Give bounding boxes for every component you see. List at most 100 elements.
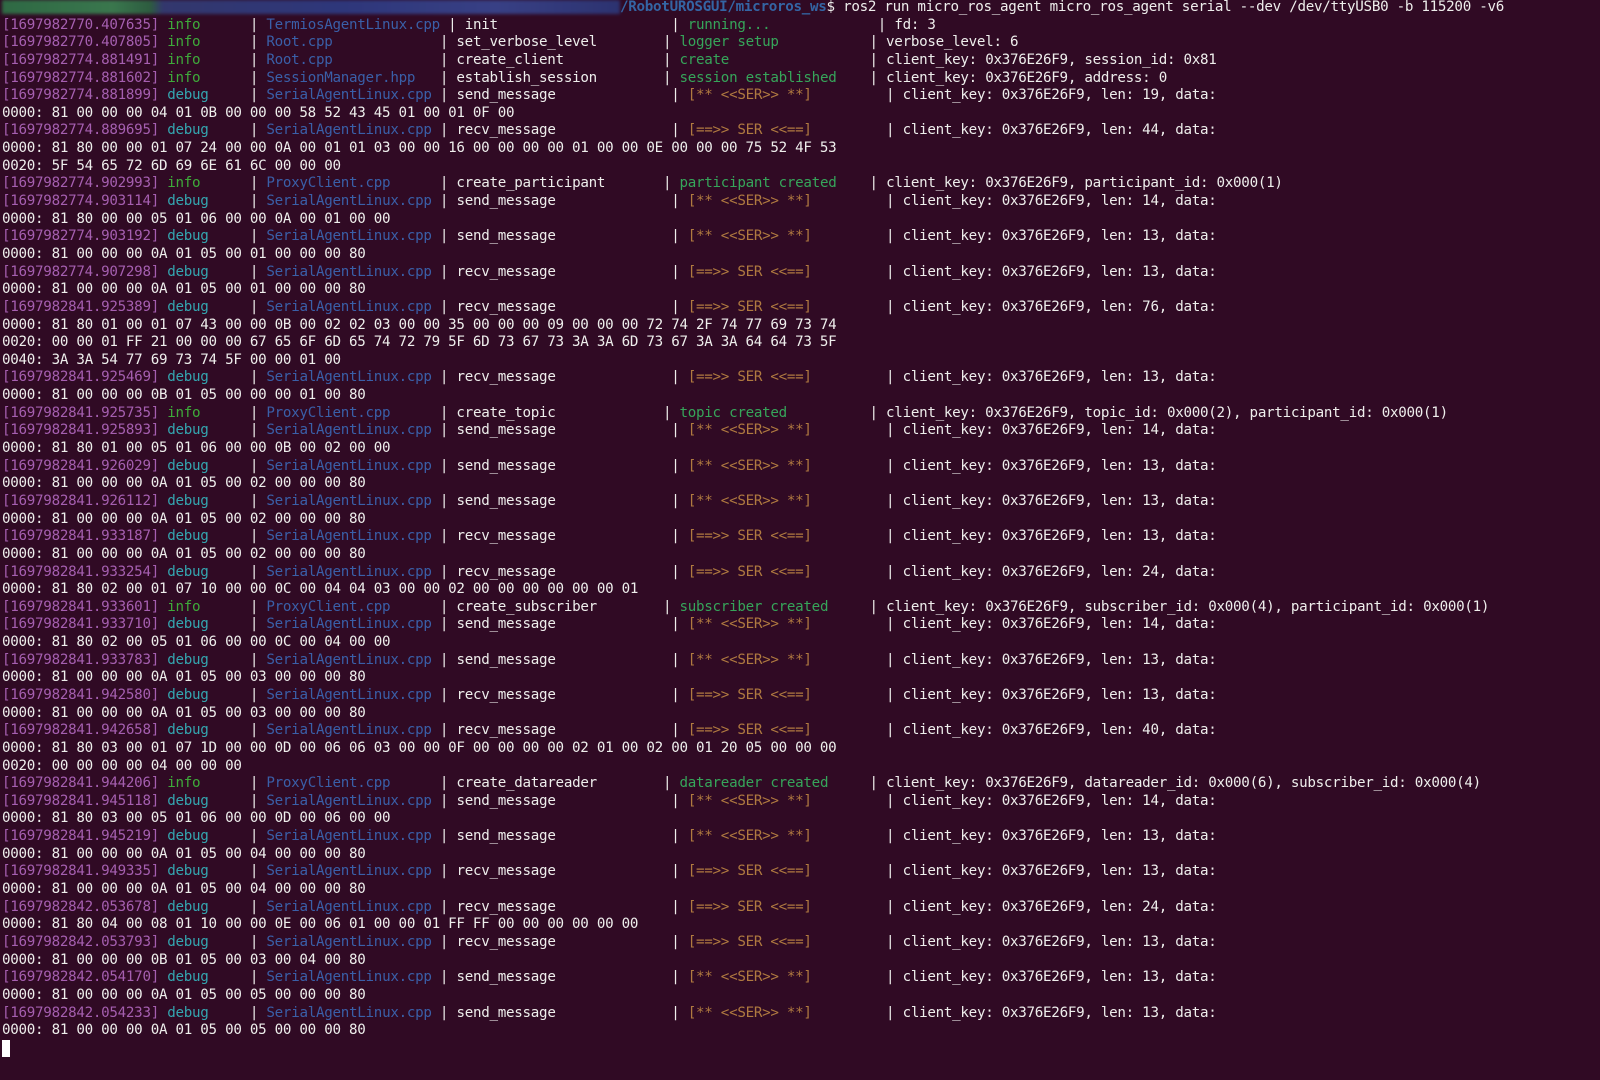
log-level: info [167,69,201,86]
log-entry: [1697982841.933254] debug | SerialAgentL… [2,563,1217,580]
log-level: info [167,34,201,51]
log-function: recv_message [456,528,556,545]
log-entry: [1697982841.925469] debug | SerialAgentL… [2,369,1217,386]
log-details: client_key: 0x376E26F9, len: 14, data: [902,422,1217,439]
hex-dump-line: 0000: 81 80 02 00 01 07 10 00 00 0C 00 0… [2,581,639,598]
log-details: client_key: 0x376E26F9, address: 0 [886,69,1167,86]
log-level: debug [167,933,209,950]
log-source-file: SerialAgentLinux.cpp [266,369,432,386]
log-entry: [1697982841.942658] debug | SerialAgentL… [2,722,1217,739]
log-timestamp: [1697982841.945219] [2,828,159,845]
log-level: debug [167,898,209,915]
log-function: send_message [456,492,556,509]
hex-dump-line: 0000: 81 00 00 00 0A 01 05 00 04 00 00 0… [2,881,366,898]
log-details: client_key: 0x376E26F9, subscriber_id: 0… [886,598,1490,615]
hex-dump-line: 0000: 81 80 00 00 01 07 24 00 00 0A 00 0… [2,140,837,157]
command-text: ros2 run micro_ros_agent micro_ros_agent… [843,0,1505,15]
log-event: datareader created [679,775,829,792]
log-entry: [1697982841.949335] debug | SerialAgentL… [2,863,1217,880]
log-entry: [1697982841.945219] debug | SerialAgentL… [2,828,1217,845]
log-function: recv_message [456,122,556,139]
log-details: client_key: 0x376E26F9, len: 14, data: [902,792,1217,809]
hex-dump-line: 0000: 81 00 00 00 0A 01 05 00 03 00 00 0… [2,704,366,721]
log-source-file: ProxyClient.cpp [266,598,391,615]
hex-dump-line: 0000: 81 00 00 00 0A 01 05 00 05 00 00 0… [2,986,366,1003]
log-timestamp: [1697982841.945118] [2,792,159,809]
log-function: init [464,16,498,33]
log-entry: [1697982842.054170] debug | SerialAgentL… [2,969,1217,986]
log-event: [==>> SER <<==] [687,528,812,545]
log-entry: [1697982774.907298] debug | SerialAgentL… [2,263,1217,280]
log-timestamp: [1697982842.053678] [2,898,159,915]
log-entry: [1697982841.933710] debug | SerialAgentL… [2,616,1217,633]
log-function: send_message [456,228,556,245]
log-event: [==>> SER <<==] [687,933,812,950]
log-level: debug [167,686,209,703]
log-details: fd: 3 [894,16,936,33]
log-level: debug [167,1004,209,1021]
log-source-file: SerialAgentLinux.cpp [266,1004,432,1021]
log-timestamp: [1697982841.925389] [2,298,159,315]
log-timestamp: [1697982770.407635] [2,16,159,33]
log-entry: [1697982841.925735] info | ProxyClient.c… [2,404,1448,421]
log-timestamp: [1697982841.949335] [2,863,159,880]
log-details: client_key: 0x376E26F9, len: 13, data: [902,369,1217,386]
log-details: client_key: 0x376E26F9, len: 13, data: [902,828,1217,845]
hex-dump-line: 0000: 81 80 02 00 05 01 06 00 00 0C 00 0… [2,634,391,651]
log-entry: [1697982841.933187] debug | SerialAgentL… [2,528,1217,545]
log-timestamp: [1697982841.925893] [2,422,159,439]
log-function: recv_message [456,263,556,280]
hex-dump-line: 0000: 81 80 01 00 05 01 06 00 00 0B 00 0… [2,440,391,457]
log-details: client_key: 0x376E26F9, len: 13, data: [902,863,1217,880]
log-level: debug [167,122,209,139]
log-entry: [1697982841.944206] info | ProxyClient.c… [2,775,1481,792]
log-details: client_key: 0x376E26F9, len: 24, data: [902,898,1217,915]
log-function: send_message [456,651,556,668]
log-level: debug [167,792,209,809]
log-source-file: SerialAgentLinux.cpp [266,969,432,986]
log-details: client_key: 0x376E26F9, len: 13, data: [902,969,1217,986]
log-event: participant created [679,175,837,192]
log-source-file: SerialAgentLinux.cpp [266,828,432,845]
hex-dump-line: 0040: 3A 3A 54 77 69 73 74 5F 00 00 01 0… [2,351,341,368]
log-event: [==>> SER <<==] [687,722,812,739]
log-details: client_key: 0x376E26F9, len: 19, data: [902,87,1217,104]
log-entry: [1697982842.054233] debug | SerialAgentL… [2,1004,1217,1021]
log-details: client_key: 0x376E26F9, participant_id: … [886,175,1283,192]
terminal-cursor [2,1039,10,1057]
log-entry: [1697982841.925389] debug | SerialAgentL… [2,298,1217,315]
log-function: recv_message [456,369,556,386]
log-level: debug [167,651,209,668]
log-source-file: SerialAgentLinux.cpp [266,87,432,104]
log-function: recv_message [456,686,556,703]
log-source-file: Root.cpp [266,34,333,51]
log-event: [** <<SER>> **] [687,457,812,474]
log-source-file: SerialAgentLinux.cpp [266,457,432,474]
log-function: send_message [456,422,556,439]
terminal-output[interactable]: /RobotUROSGUI/microros_ws$ ros2 run micr… [2,0,1600,1057]
log-source-file: SerialAgentLinux.cpp [266,122,432,139]
cursor-line[interactable] [2,1039,1600,1058]
prompt-line: /RobotUROSGUI/microros_ws$ ros2 run micr… [2,0,1600,17]
log-event: [** <<SER>> **] [687,422,812,439]
log-event: [==>> SER <<==] [687,863,812,880]
log-entry: [1697982842.053793] debug | SerialAgentL… [2,933,1217,950]
log-function: set_verbose_level [456,34,597,51]
hex-dump-line: 0000: 81 00 00 00 0A 01 05 00 01 00 00 0… [2,281,366,298]
log-timestamp: [1697982841.942580] [2,686,159,703]
log-source-file: ProxyClient.cpp [266,175,391,192]
log-timestamp: [1697982774.903192] [2,228,159,245]
log-source-file: SerialAgentLinux.cpp [266,863,432,880]
hex-dump-line: 0000: 81 80 04 00 08 01 10 00 00 0E 00 0… [2,916,639,933]
log-event: subscriber created [679,598,829,615]
log-function: send_message [456,828,556,845]
log-source-file: SerialAgentLinux.cpp [266,228,432,245]
log-details: client_key: 0x376E26F9, len: 14, data: [902,616,1217,633]
log-function: send_message [456,457,556,474]
log-source-file: ProxyClient.cpp [266,775,391,792]
log-event: [==>> SER <<==] [687,563,812,580]
prompt-path: /RobotUROSGUI/microros_ws [620,0,827,15]
log-details: client_key: 0x376E26F9, len: 13, data: [902,492,1217,509]
log-timestamp: [1697982841.926029] [2,457,159,474]
log-event: [** <<SER>> **] [687,193,812,210]
